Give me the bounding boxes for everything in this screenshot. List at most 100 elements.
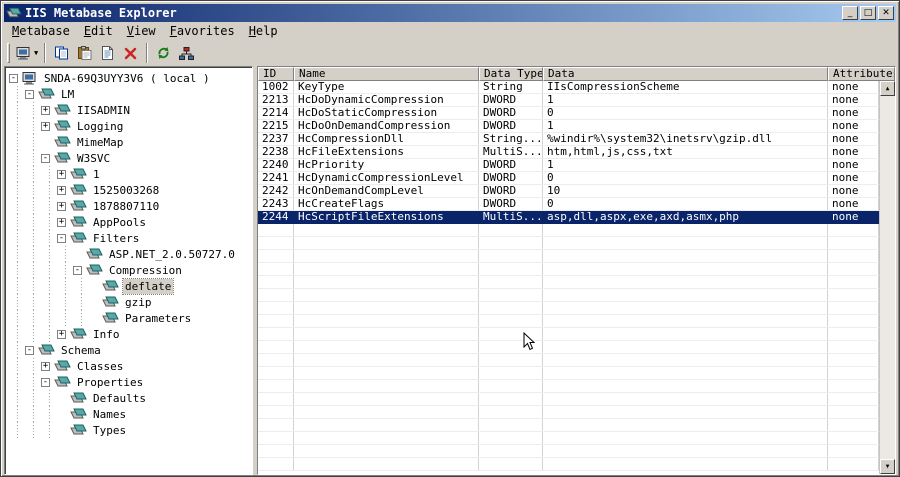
collapse-icon[interactable]: - [41,153,50,163]
close-button[interactable]: ✕ [878,6,894,20]
tree-item-label: Properties [77,375,144,389]
tree-item-schema[interactable]: - Schema [5,342,252,358]
tree-item-1525003268[interactable]: +1525003268 [5,182,252,198]
expand-icon[interactable]: + [57,201,66,211]
minimize-button[interactable]: _ [842,6,858,20]
tree-indent-guide [9,422,25,438]
title-bar[interactable]: IIS Metabase Explorer _ □ ✕ [4,4,896,22]
cell: 2215 [258,120,294,132]
collapse-icon[interactable]: - [25,345,34,355]
tree-item-parameters[interactable]: Parameters [5,310,252,326]
paste-button[interactable] [73,42,96,64]
page-icon [101,46,114,60]
tree-item-lm[interactable]: - LM [5,86,252,102]
new-record-button[interactable] [96,42,119,64]
delete-button[interactable] [119,42,142,64]
tree-item-asp-net-2-0-50727-0[interactable]: ASP.NET_2.0.50727.0 [5,246,252,262]
expand-icon[interactable]: + [57,185,66,195]
table-row-empty [258,432,879,445]
tree-indent-guide [25,310,41,326]
table-row-2240[interactable]: 2240 HcPriority DWORD 1 none [258,159,879,172]
tree-item-1878807110[interactable]: +1878807110 [5,198,252,214]
tree-item-deflate[interactable]: deflate [5,277,252,295]
cell [479,458,543,470]
toolbar-grip[interactable] [7,43,10,63]
tree-item-defaults[interactable]: Defaults [5,390,252,406]
column-header-id[interactable]: ID [258,67,294,81]
cell [294,250,479,262]
tree-item-properties[interactable]: - Properties [5,374,252,390]
tree-indent-guide [25,166,41,182]
cell: IIsCompressionScheme [543,81,828,93]
column-header-data[interactable]: Data [543,67,828,81]
menu-view[interactable]: View [120,23,163,39]
column-header-attributes[interactable]: Attributes [828,67,895,81]
cell: 10 [543,185,828,197]
tree-item-gzip[interactable]: gzip [5,294,252,310]
metabase-tree[interactable]: - SNDA-69Q3UYY3V6 ( local ) - LM + IISADMIN + L… [4,66,253,475]
tree-item-compression[interactable]: - Compression [5,262,252,278]
expand-icon[interactable]: + [41,105,50,115]
table-row-2215[interactable]: 2215 HcDoOnDemandCompression DWORD 1 none [258,120,879,133]
menu-favorites[interactable]: Favorites [163,23,242,39]
maximize-button[interactable]: □ [860,6,876,20]
tree-indent-guide [9,230,25,246]
tree-item-classes[interactable]: + Classes [5,358,252,374]
expand-icon[interactable]: + [57,217,66,227]
scroll-down-icon[interactable]: ▼ [880,459,895,474]
table-row-2243[interactable]: 2243 HcCreateFlags DWORD 0 none [258,198,879,211]
tree-item-names[interactable]: Names [5,406,252,422]
tree-item-types[interactable]: Types [5,422,252,438]
collapse-icon[interactable]: - [25,89,34,99]
collapse-icon[interactable]: - [57,233,66,243]
tree-item-mimemap[interactable]: MimeMap [5,134,252,150]
network-button[interactable] [175,42,198,64]
cell: none [828,159,879,171]
tree-item-apppools[interactable]: + AppPools [5,214,252,230]
expand-icon[interactable]: + [57,169,66,179]
cell [543,458,828,470]
scroll-up-icon[interactable]: ▲ [880,81,895,96]
tree-item-label: IISADMIN [77,103,130,117]
tree-item-snda-69q3uyy3v6-local[interactable]: - SNDA-69Q3UYY3V6 ( local ) [5,70,252,86]
table-row-2241[interactable]: 2241 HcDynamicCompressionLevel DWORD 0 none [258,172,879,185]
column-header-data-type[interactable]: Data Type [479,67,543,81]
table-row-1002[interactable]: 1002 KeyType String IIsCompressionScheme non… [258,81,879,94]
table-row-2244[interactable]: 2244 HcScriptFileExtensions MultiS... asp,d… [258,211,879,224]
cell [828,263,879,275]
metabase-icon [54,376,71,388]
collapse-icon[interactable]: - [73,265,82,275]
menu-metabase[interactable]: Metabase [5,23,77,39]
delete-icon [124,47,137,60]
copy-button[interactable] [50,42,73,64]
tree-item-iisadmin[interactable]: + IISADMIN [5,102,252,118]
cell [294,458,479,470]
tree-item-logging[interactable]: + Logging [5,118,252,134]
collapse-icon[interactable]: - [41,377,50,387]
tree-item-filters[interactable]: - Filters [5,230,252,246]
cell [294,406,479,418]
expand-icon[interactable]: + [41,361,50,371]
cell [828,445,879,457]
refresh-button[interactable] [152,42,175,64]
table-row-2213[interactable]: 2213 HcDoDynamicCompression DWORD 1 none [258,94,879,107]
table-row-2242[interactable]: 2242 HcOnDemandCompLevel DWORD 10 none [258,185,879,198]
cell [828,237,879,249]
expand-icon[interactable]: + [41,121,50,131]
menu-help[interactable]: Help [242,23,285,39]
cell: none [828,146,879,158]
vertical-scrollbar[interactable]: ▲ ▼ [879,81,895,474]
cell [543,341,828,353]
tree-item-info[interactable]: + Info [5,326,252,342]
tree-item-w3svc[interactable]: - W3SVC [5,150,252,166]
table-row-2237[interactable]: 2237 HcCompressionDll String... %windir%\sy… [258,133,879,146]
expand-icon[interactable]: + [57,329,66,339]
table-row-2238[interactable]: 2238 HcFileExtensions MultiS... htm,html,js… [258,146,879,159]
column-header-name[interactable]: Name [294,67,479,81]
table-row-2214[interactable]: 2214 HcDoStaticCompression DWORD 0 none [258,107,879,120]
collapse-icon[interactable]: - [9,73,18,83]
connect-button[interactable]: ▼ [14,42,40,64]
cell [258,406,294,418]
tree-item-1[interactable]: +1 [5,166,252,182]
menu-edit[interactable]: Edit [77,23,120,39]
